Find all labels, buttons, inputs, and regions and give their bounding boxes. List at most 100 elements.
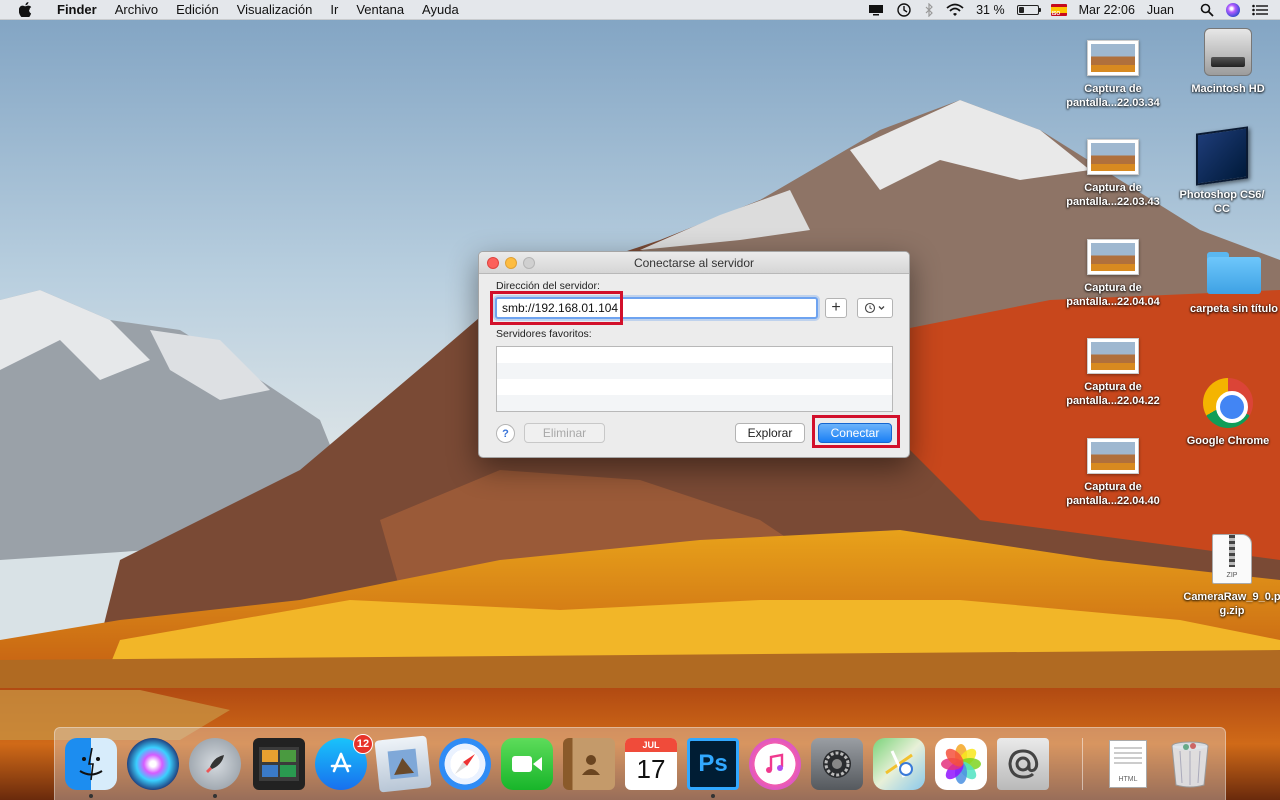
desktop-icon-photoshop[interactable]: Photoshop CS6/ CC xyxy=(1172,126,1272,216)
desktop-icon-label: Captura de pantalla...22.03.34 xyxy=(1066,83,1160,109)
calendar-day: 17 xyxy=(636,754,666,784)
desktop-icon-macintosh-hd[interactable]: Macintosh HD xyxy=(1178,28,1278,96)
dock-mission-control[interactable] xyxy=(253,738,305,790)
display-icon[interactable] xyxy=(868,0,884,20)
wifi-icon[interactable] xyxy=(946,0,964,20)
add-favorite-button[interactable]: + xyxy=(825,298,847,318)
dock-documents-stack[interactable]: HTML xyxy=(1102,738,1154,790)
list-item[interactable] xyxy=(497,363,892,379)
dock-photoshop[interactable]: Ps xyxy=(687,738,739,790)
app-store-badge: 12 xyxy=(353,734,373,754)
desktop-icon-label: Captura de pantalla...22.04.40 xyxy=(1066,481,1160,507)
screenshot-icon xyxy=(1087,139,1139,175)
minimize-window-button[interactable] xyxy=(505,257,517,269)
screenshot-icon xyxy=(1087,438,1139,474)
desktop-icon-folder[interactable]: carpeta sin título xyxy=(1184,252,1280,316)
dock-calendar[interactable]: JUL 17 xyxy=(625,738,677,790)
contacts-icon xyxy=(582,755,600,775)
desktop-icon-label: Captura de pantalla...22.04.22 xyxy=(1066,381,1160,407)
desktop-icon-zip[interactable]: ZIP CameraRaw_9_0.p g.zip xyxy=(1182,534,1280,618)
zoom-window-button[interactable] xyxy=(523,257,535,269)
menu-ayuda[interactable]: Ayuda xyxy=(413,0,468,20)
dock-separator xyxy=(1082,738,1083,790)
dock-contacts[interactable] xyxy=(563,738,615,790)
dock-app-store[interactable]: 12 xyxy=(315,734,373,790)
spain-flag-icon[interactable]: ISO xyxy=(1050,0,1067,20)
menu-bar: Finder Archivo Edición Visualización Ir … xyxy=(0,0,1280,20)
desktop-icon-label: Captura de pantalla...22.04.04 xyxy=(1066,282,1160,308)
menu-user[interactable]: Juan xyxy=(1147,3,1174,17)
desktop-icon-label: Photoshop CS6/ CC xyxy=(1179,189,1265,215)
list-item[interactable] xyxy=(497,395,892,411)
dock-finder[interactable] xyxy=(65,738,117,790)
list-item[interactable] xyxy=(497,347,892,363)
map-pin-icon xyxy=(885,750,913,778)
clock-chevron-icon xyxy=(864,302,885,314)
running-indicator xyxy=(213,794,217,798)
browse-button[interactable]: Explorar xyxy=(735,423,805,443)
app-store-icon xyxy=(330,752,352,773)
bluetooth-icon[interactable] xyxy=(924,0,934,20)
menu-archivo[interactable]: Archivo xyxy=(106,0,167,20)
gear-icon xyxy=(823,750,851,778)
finder-face-icon xyxy=(79,747,103,781)
time-machine-icon[interactable] xyxy=(896,0,912,20)
folder-icon xyxy=(1207,252,1261,294)
dock-siri[interactable] xyxy=(127,738,179,790)
menu-edicion[interactable]: Edición xyxy=(167,0,228,20)
help-button[interactable]: ? xyxy=(496,424,515,443)
dock-launchpad[interactable] xyxy=(189,738,241,790)
desktop-icon-screenshot-3[interactable]: Captura de pantalla...22.04.04 xyxy=(1063,239,1163,309)
connect-to-server-dialog: Conectarse al servidor Dirección del ser… xyxy=(478,251,910,458)
dialog-titlebar[interactable]: Conectarse al servidor xyxy=(479,252,909,274)
dock: 12 JUL 17 Ps HTML xyxy=(54,727,1226,800)
dock-preview[interactable] xyxy=(374,735,432,793)
music-note-icon xyxy=(766,753,784,773)
screenshot-icon xyxy=(1087,338,1139,374)
zip-file-icon: ZIP xyxy=(1212,534,1252,584)
desktop-icon-label: Macintosh HD xyxy=(1191,83,1265,95)
notification-center-icon[interactable] xyxy=(1252,0,1268,20)
hard-drive-icon xyxy=(1204,28,1252,76)
desktop-icon-label: Google Chrome xyxy=(1186,435,1270,447)
menu-visualizacion[interactable]: Visualización xyxy=(228,0,322,20)
battery-percent: 31 % xyxy=(976,2,1005,17)
dock-mail[interactable] xyxy=(997,738,1049,790)
compass-icon xyxy=(455,754,475,774)
desktop-icon-google-chrome[interactable]: Google Chrome xyxy=(1178,378,1278,448)
favorite-servers-list[interactable] xyxy=(496,346,893,412)
siri-icon[interactable] xyxy=(1226,0,1240,20)
dock-photos[interactable] xyxy=(935,738,987,790)
dock-safari[interactable] xyxy=(439,738,491,790)
dock-facetime[interactable] xyxy=(501,738,553,790)
recent-servers-button[interactable] xyxy=(857,298,893,318)
favorite-servers-label: Servidores favoritos: xyxy=(496,328,592,340)
desktop-icon-label: carpeta sin título xyxy=(1189,303,1279,315)
screenshot-icon xyxy=(1087,239,1139,275)
spotlight-icon[interactable] xyxy=(1200,0,1214,20)
mission-control-icon xyxy=(259,747,299,781)
dock-itunes[interactable] xyxy=(749,738,801,790)
menu-clock[interactable]: Mar 22:06 xyxy=(1079,3,1135,17)
desktop-icon-screenshot-4[interactable]: Captura de pantalla...22.04.22 xyxy=(1063,338,1163,408)
dock-maps[interactable] xyxy=(873,738,925,790)
document-label: HTML xyxy=(1118,776,1138,783)
running-indicator xyxy=(711,794,715,798)
close-window-button[interactable] xyxy=(487,257,499,269)
photos-flower-icon xyxy=(941,744,981,784)
desktop-icon-screenshot-1[interactable]: Captura de pantalla...22.03.34 xyxy=(1063,40,1163,110)
trash-icon xyxy=(1171,741,1209,788)
dock-system-preferences[interactable] xyxy=(811,738,863,790)
html-document-icon: HTML xyxy=(1109,740,1147,788)
desktop-icon-screenshot-5[interactable]: Captura de pantalla...22.04.40 xyxy=(1063,438,1163,508)
highlight-connect-box xyxy=(812,415,900,448)
photoshop-box-icon xyxy=(1196,126,1248,186)
list-item[interactable] xyxy=(497,379,892,395)
dock-trash[interactable] xyxy=(1164,738,1216,790)
menu-ir[interactable]: Ir xyxy=(321,0,347,20)
apple-icon[interactable] xyxy=(16,0,34,20)
desktop-icon-screenshot-2[interactable]: Captura de pantalla...22.03.43 xyxy=(1063,139,1163,209)
battery-icon[interactable] xyxy=(1016,0,1041,20)
menu-ventana[interactable]: Ventana xyxy=(347,0,413,20)
menu-app-finder[interactable]: Finder xyxy=(48,0,106,20)
